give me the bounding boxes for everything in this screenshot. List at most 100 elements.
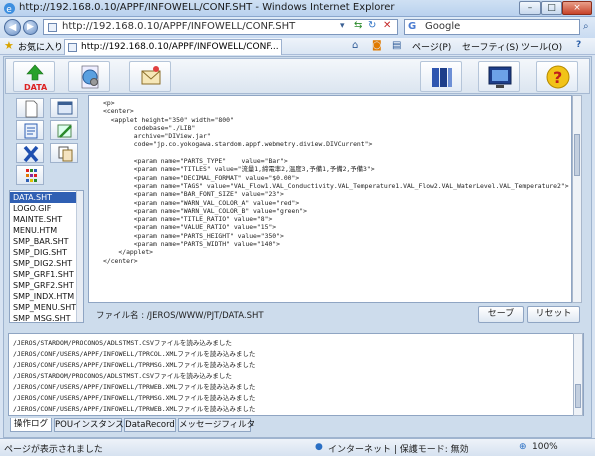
dropdown-arrow-icon[interactable]: ▾ bbox=[340, 21, 345, 31]
help-button[interactable]: ? bbox=[536, 61, 578, 92]
tab-message-filter[interactable]: メッセージフィルタ bbox=[178, 418, 255, 432]
display-button[interactable] bbox=[420, 61, 462, 92]
file-list-item[interactable]: SMP_GRF1.SHT bbox=[10, 269, 76, 280]
file-list-scrollbar[interactable] bbox=[76, 191, 83, 322]
address-bar[interactable]: http://192.168.0.10/APPF/INFOWELL/CONF.S… bbox=[43, 19, 398, 35]
tools-menu[interactable]: ツール(O) bbox=[521, 40, 562, 53]
log-line: /JEROS/CONF/USERS/APPF/INFOWELL/TPRMSG.X… bbox=[13, 361, 256, 369]
grid-icon bbox=[26, 169, 37, 182]
command-bar: ★ お気に入り http://192.168.0.10/APPF/INFOWEL… bbox=[0, 38, 595, 55]
file-list-item[interactable]: SMP_INDX.HTM bbox=[10, 291, 76, 302]
search-box[interactable]: G Google bbox=[404, 19, 580, 35]
search-placeholder: Google bbox=[425, 21, 461, 32]
close-button[interactable]: × bbox=[562, 1, 592, 15]
file-list-item[interactable]: MENU.HTM bbox=[10, 225, 76, 236]
data-button[interactable]: DATA bbox=[13, 61, 55, 92]
status-message: ページが表示されました bbox=[4, 445, 103, 455]
file-list-item[interactable]: SMP_MSG.SHT bbox=[10, 313, 76, 322]
pencil-icon bbox=[57, 124, 72, 138]
edit-button[interactable] bbox=[50, 120, 78, 140]
svg-text:?: ? bbox=[553, 68, 562, 87]
envelope-icon bbox=[141, 66, 161, 85]
log-scrollbar[interactable] bbox=[573, 333, 583, 416]
help-menu[interactable]: ? bbox=[576, 40, 581, 50]
file-list-item[interactable]: SMP_MENU.SHT bbox=[10, 302, 76, 313]
file-list[interactable]: DATA.SHT LOGO.GIF MAINTE.SHT MENU.HTM SM… bbox=[9, 190, 84, 323]
compatibility-icon[interactable]: ⇆ bbox=[354, 20, 362, 31]
address-url: http://192.168.0.10/APPF/INFOWELL/CONF.S… bbox=[62, 21, 296, 32]
file-name-label: ファイル名 : /JEROS/WWW/PJT/DATA.SHT bbox=[96, 311, 264, 321]
editor-scrollbar[interactable] bbox=[572, 95, 582, 303]
copy-icon bbox=[58, 146, 73, 162]
new-file-button[interactable] bbox=[16, 98, 44, 118]
network-settings-button[interactable] bbox=[68, 61, 110, 92]
log-line: /JEROS/CONF/USERS/APPF/INFOWELL/TPRWEB.X… bbox=[13, 405, 256, 413]
help-icon: ? bbox=[546, 65, 570, 89]
file-list-item[interactable]: SMP_DIG.SHT bbox=[10, 247, 76, 258]
operation-log[interactable]: /JEROS/STARDOM/PROCONOS/ADLSTMST.CSVファイル… bbox=[8, 333, 584, 416]
page-icon bbox=[48, 23, 57, 32]
home-icon[interactable]: ⌂ bbox=[352, 40, 358, 51]
minimize-button[interactable]: – bbox=[519, 1, 541, 15]
internet-zone-icon: ● bbox=[315, 442, 323, 452]
file-list-item[interactable]: MAINTE.SHT bbox=[10, 214, 76, 225]
log-line: /JEROS/CONF/USERS/APPF/INFOWELL/TPRWEB.X… bbox=[13, 383, 256, 391]
monitor-button[interactable] bbox=[478, 61, 520, 92]
file-list-item[interactable]: SMP_DIG2.SHT bbox=[10, 258, 76, 269]
tab-operation-log[interactable]: 操作ログ bbox=[10, 418, 52, 432]
new-file-icon bbox=[25, 100, 38, 118]
window-title: http://192.168.0.10/APPF/INFOWELL/CONF.S… bbox=[19, 2, 395, 13]
books-icon bbox=[432, 68, 452, 87]
status-bar: ページが表示されました ● インターネット | 保護モード: 無効 ⊕ 100% bbox=[0, 438, 595, 456]
log-scroll-thumb[interactable] bbox=[575, 384, 581, 408]
favorites-label[interactable]: お気に入り bbox=[18, 40, 63, 53]
message-settings-button[interactable] bbox=[129, 61, 171, 92]
favorites-star-icon[interactable]: ★ bbox=[4, 39, 14, 52]
tab-pou-instance[interactable]: POUインスタンス bbox=[54, 418, 124, 432]
google-icon: G bbox=[408, 21, 417, 32]
stop-icon[interactable]: ✕ bbox=[383, 20, 391, 31]
window-titlebar: e http://192.168.0.10/APPF/INFOWELL/CONF… bbox=[0, 0, 595, 17]
address-row: ◀ ▶ http://192.168.0.10/APPF/INFOWELL/CO… bbox=[0, 17, 595, 38]
log-line: /JEROS/STARDOM/PROCONOS/ADLSTMST.CSVファイル… bbox=[13, 372, 232, 380]
security-zone[interactable]: インターネット | 保護モード: 無効 bbox=[328, 442, 469, 455]
editor-scroll-thumb[interactable] bbox=[574, 134, 580, 176]
globe-gear-icon bbox=[81, 65, 99, 89]
properties-button[interactable] bbox=[16, 120, 44, 140]
browser-tab[interactable]: http://192.168.0.10/APPF/INFOWELL/CONF..… bbox=[64, 39, 282, 55]
maximize-button[interactable]: □ bbox=[541, 1, 562, 15]
file-list-item[interactable]: SMP_BAR.SHT bbox=[10, 236, 76, 247]
save-button[interactable]: セーブ bbox=[478, 306, 524, 323]
delete-button[interactable] bbox=[16, 143, 44, 163]
refresh-icon[interactable]: ↻ bbox=[368, 20, 376, 31]
zoom-icon: ⊕ bbox=[519, 442, 527, 452]
data-button-label: DATA bbox=[24, 83, 48, 92]
file-name-row: ファイル名 : /JEROS/WWW/PJT/DATA.SHT セーブ リセット bbox=[88, 305, 582, 325]
copy-button[interactable] bbox=[50, 143, 78, 163]
window-icon bbox=[57, 101, 73, 115]
log-line: /JEROS/STARDOM/PROCONOS/ADLSTMST.CSVファイル… bbox=[13, 339, 232, 347]
forward-button[interactable]: ▶ bbox=[23, 20, 38, 35]
feeds-icon[interactable]: ◙ bbox=[372, 40, 382, 51]
safety-menu[interactable]: セーフティ(S) bbox=[462, 40, 519, 53]
grid-button[interactable] bbox=[16, 165, 44, 185]
tab-page-icon bbox=[68, 43, 77, 52]
log-line: /JEROS/CONF/USERS/APPF/INFOWELL/TPRMSG.X… bbox=[13, 394, 256, 402]
open-folder-button[interactable] bbox=[50, 98, 78, 118]
svg-text:e: e bbox=[6, 5, 12, 15]
tab-data-record[interactable]: DataRecord bbox=[124, 418, 176, 432]
print-icon[interactable]: ▤ bbox=[392, 40, 401, 51]
code-editor[interactable]: <p> <center> <applet height="350" width=… bbox=[88, 95, 572, 303]
zoom-level[interactable]: 100% bbox=[532, 442, 558, 452]
file-list-item[interactable]: DATA.SHT bbox=[10, 192, 76, 203]
back-button[interactable]: ◀ bbox=[4, 19, 21, 36]
file-list-item[interactable]: LOGO.GIF bbox=[10, 203, 76, 214]
code-text[interactable]: <p> <center> <applet height="350" width=… bbox=[103, 99, 569, 265]
internet-explorer-icon: e bbox=[4, 3, 15, 15]
search-icon[interactable]: ⌕ bbox=[583, 21, 589, 32]
delete-icon bbox=[23, 145, 39, 163]
page-menu[interactable]: ページ(P) bbox=[412, 40, 451, 53]
file-list-item[interactable]: SMP_GRF2.SHT bbox=[10, 280, 76, 291]
log-line: /JEROS/CONF/USERS/APPF/INFOWELL/TPRCOL.X… bbox=[13, 350, 256, 358]
reset-button[interactable]: リセット bbox=[527, 306, 580, 323]
